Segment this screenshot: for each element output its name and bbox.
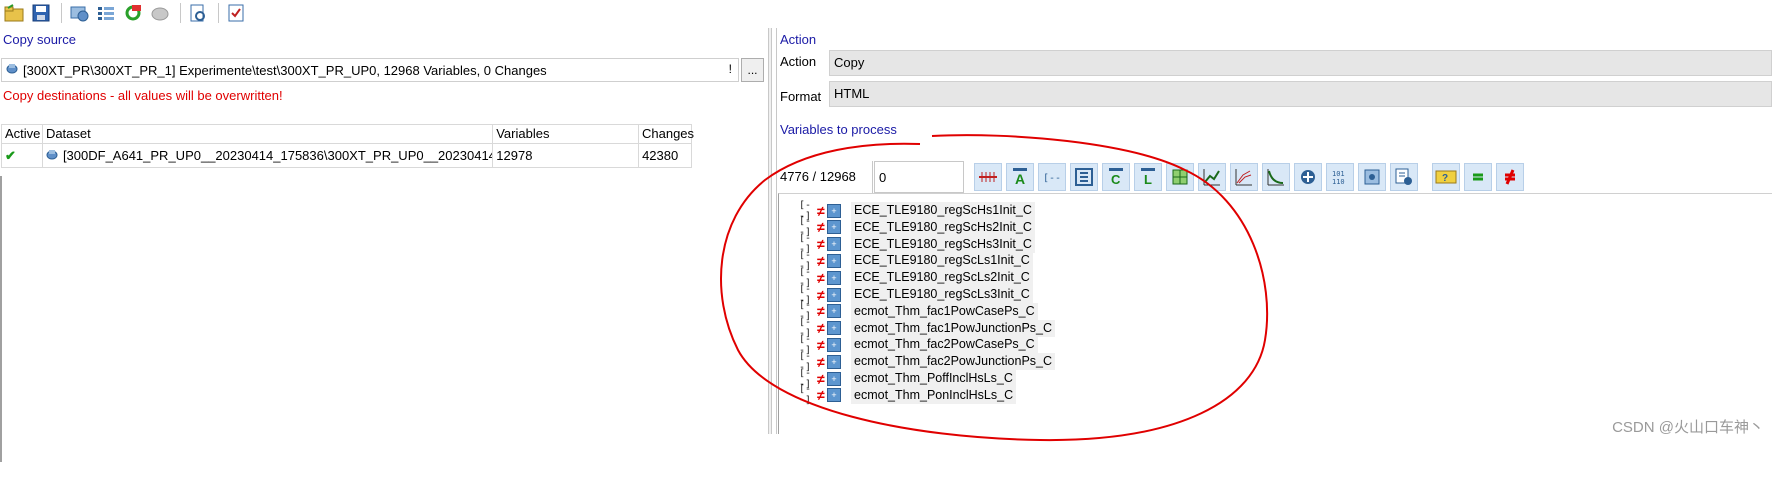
main-toolbar xyxy=(0,0,1772,26)
settings-filter-icon[interactable] xyxy=(1358,163,1386,191)
copy-settings-pane: Copy source [300XT_PR\300XT_PR_1] Experi… xyxy=(0,28,770,462)
dataset-icon xyxy=(46,145,59,167)
red-annotation-circle xyxy=(720,134,1269,442)
open-folder-icon[interactable] xyxy=(2,2,26,24)
format-label: Format xyxy=(780,88,822,104)
source-marker: ! xyxy=(728,62,732,76)
disabled-icon xyxy=(148,2,172,24)
toolbar-separator xyxy=(61,3,62,23)
action-label: Action xyxy=(780,53,817,69)
column-header-dataset[interactable]: Dataset xyxy=(43,125,494,143)
table-row[interactable]: ✔ [300DF_A641_PR_UP0__20230414_175836\30… xyxy=(2,144,692,168)
copy-destinations-label: Copy destinations - all values will be o… xyxy=(3,88,283,103)
binary-filter-icon[interactable]: 101 110 xyxy=(1326,163,1354,191)
dataset-name: [300DF_A641_PR_UP0__20230414_175836\300X… xyxy=(62,148,494,163)
dataset-cell: [300DF_A641_PR_UP0__20230414_175836\300X… xyxy=(43,144,494,167)
format-select[interactable]: HTML xyxy=(829,81,1772,107)
watermark: CSDN @火山口车神丶 xyxy=(1612,419,1764,436)
equal-filter-icon[interactable] xyxy=(1464,163,1492,191)
svg-text:?: ? xyxy=(1442,173,1448,184)
svg-text:110: 110 xyxy=(1332,178,1345,186)
value-filter-icon[interactable] xyxy=(1294,163,1322,191)
save-icon[interactable] xyxy=(29,2,53,24)
copy-source-value: [300XT_PR\300XT_PR_1] Experimente\test\3… xyxy=(23,62,547,78)
svg-text:101: 101 xyxy=(1332,170,1345,178)
toolbar-separator xyxy=(180,3,181,23)
left-border xyxy=(0,176,2,462)
action-header: Action xyxy=(780,32,817,47)
dataset-icon xyxy=(6,62,19,78)
changes-cell: 42380 xyxy=(639,144,692,167)
refresh-icon[interactable] xyxy=(121,2,145,24)
format-row: Format xyxy=(778,83,828,109)
action-select[interactable]: Copy xyxy=(829,50,1772,76)
active-check-icon[interactable]: ✔ xyxy=(2,144,43,167)
column-header-active[interactable]: Active xyxy=(2,125,43,143)
copy-source-field[interactable]: [300XT_PR\300XT_PR_1] Experimente\test\3… xyxy=(1,58,739,82)
edit-filter-icon[interactable] xyxy=(1390,163,1418,191)
connect-icon[interactable] xyxy=(67,2,91,24)
column-header-changes[interactable]: Changes xyxy=(639,125,694,143)
copy-source-label: Copy source xyxy=(3,32,76,47)
inspect-icon[interactable] xyxy=(186,2,210,24)
toolbar-separator xyxy=(218,3,219,23)
browse-button[interactable]: ... xyxy=(741,58,764,82)
column-header-variables[interactable]: Variables xyxy=(493,125,639,143)
checklist-icon[interactable] xyxy=(224,2,248,24)
unknown-filter-icon[interactable]: ? xyxy=(1432,163,1460,191)
variables-cell: 12978 xyxy=(493,144,640,167)
action-row: Action xyxy=(778,48,828,74)
not-equal-filter-icon[interactable] xyxy=(1496,163,1524,191)
table-header: Active Dataset Variables Changes xyxy=(2,124,694,144)
list-icon[interactable] xyxy=(94,2,118,24)
destinations-table: Active Dataset Variables Changes ✔ [300D… xyxy=(1,124,694,168)
